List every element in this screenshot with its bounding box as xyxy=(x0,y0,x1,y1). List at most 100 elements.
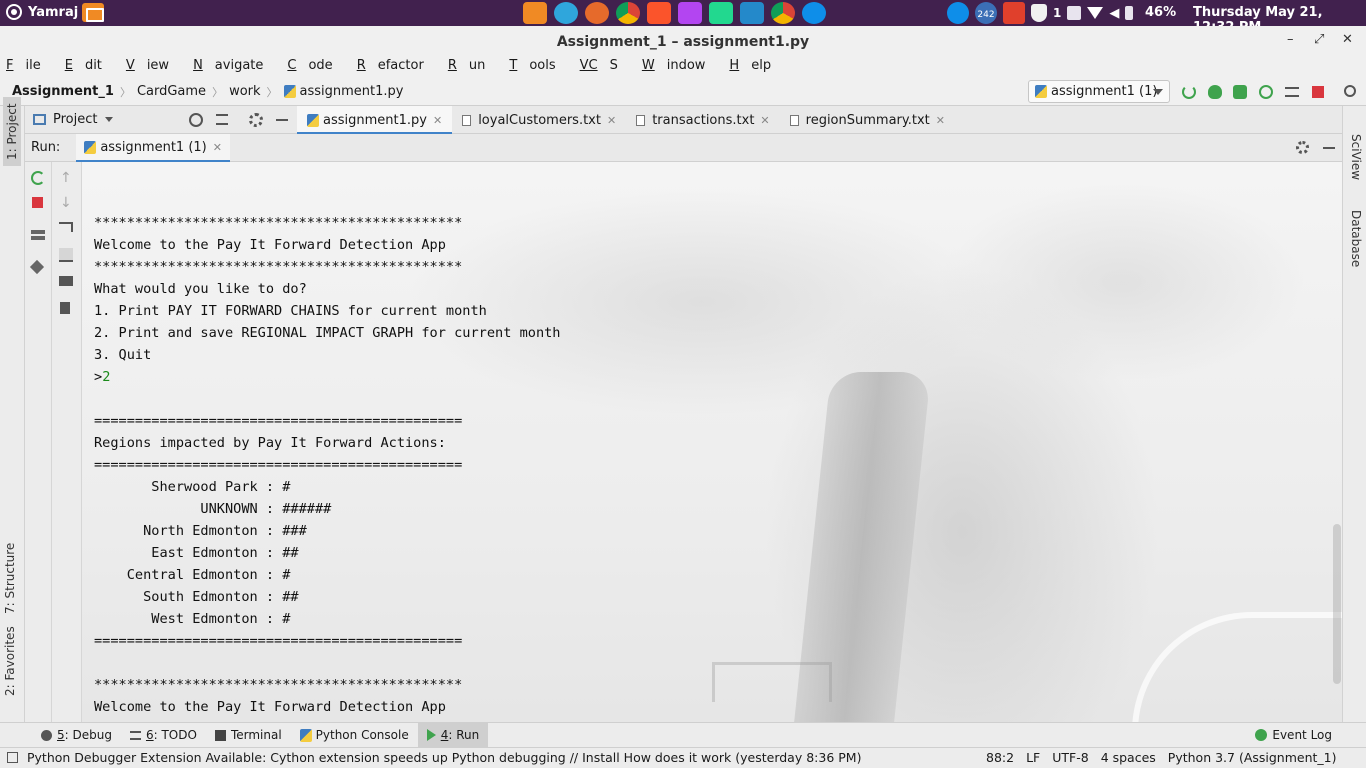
structure-tool-tab[interactable]: 7: Structure xyxy=(3,543,17,614)
menu-window[interactable]: Window xyxy=(642,56,724,78)
sciview-tool-tab[interactable]: SciView xyxy=(1349,134,1363,180)
chrome-icon[interactable] xyxy=(771,2,795,24)
run-panel-header: Run: assignment1 (1) ✕ xyxy=(25,133,1342,163)
folder-icon[interactable] xyxy=(82,3,104,22)
menu-navigate[interactable]: Navigate xyxy=(193,56,281,78)
menu-edit[interactable]: Edit xyxy=(65,56,120,78)
settings-gear-icon[interactable] xyxy=(1296,141,1309,154)
tab-loyalcustomers-txt[interactable]: loyalCustomers.txt ✕ xyxy=(452,106,626,134)
line-separator[interactable]: LF xyxy=(1026,750,1040,765)
menu-code[interactable]: Code xyxy=(287,56,350,78)
tab-label: loyalCustomers.txt xyxy=(478,112,601,128)
menu-refactor[interactable]: Refactor xyxy=(357,56,442,78)
stop-icon[interactable] xyxy=(1312,86,1324,98)
user-menu[interactable]: Yamraj xyxy=(6,4,78,20)
arrow-down-icon[interactable]: ↓ xyxy=(60,195,74,211)
menu-run[interactable]: Run xyxy=(448,56,504,78)
telegram-icon[interactable] xyxy=(554,2,578,24)
tool-tab-debug[interactable]: 5: Debug xyxy=(32,723,121,747)
run-tab[interactable]: assignment1 (1) ✕ xyxy=(76,133,230,163)
close-window-button[interactable]: ✕ xyxy=(1342,32,1353,47)
clipboard-icon[interactable] xyxy=(1067,6,1082,20)
anydesk-icon[interactable] xyxy=(1003,2,1025,24)
shield-icon[interactable] xyxy=(1031,4,1047,22)
file-encoding[interactable]: UTF-8 xyxy=(1052,750,1088,765)
menu-view[interactable]: View xyxy=(126,56,187,78)
tool-tab-todo[interactable]: 6: TODO xyxy=(121,723,206,747)
menu-file[interactable]: File xyxy=(6,56,59,78)
close-icon[interactable]: ✕ xyxy=(433,114,442,127)
print-icon[interactable] xyxy=(59,276,73,286)
arrow-up-icon[interactable]: ↑ xyxy=(60,170,74,186)
run-console[interactable]: ****************************************… xyxy=(82,162,1342,722)
restore-layout-icon[interactable] xyxy=(31,230,45,240)
event-log-tab[interactable]: Event Log xyxy=(1255,728,1332,742)
close-icon[interactable]: ✕ xyxy=(936,114,945,127)
python-file-icon xyxy=(307,113,319,127)
settings-gear-icon[interactable] xyxy=(249,113,263,127)
chevron-down-icon[interactable] xyxy=(105,117,114,122)
tab-transactions-txt[interactable]: transactions.txt ✕ xyxy=(626,106,779,134)
close-icon[interactable]: ✕ xyxy=(607,114,616,127)
caret-position[interactable]: 88:2 xyxy=(986,750,1014,765)
status-message[interactable]: Python Debugger Extension Available: Cyt… xyxy=(27,750,861,765)
rerun-icon[interactable] xyxy=(1182,85,1196,99)
close-icon[interactable]: ✕ xyxy=(213,141,222,154)
database-tool-tab[interactable]: Database xyxy=(1349,210,1363,267)
restore-button[interactable]: ⤢ xyxy=(1314,32,1324,47)
tool-tab-terminal[interactable]: Terminal xyxy=(206,723,291,747)
vscode-icon[interactable] xyxy=(740,2,764,24)
concurrency-icon[interactable] xyxy=(1285,87,1299,97)
breadcrumb-project[interactable]: Assignment_1 xyxy=(12,84,114,99)
search-icon[interactable] xyxy=(1344,85,1356,97)
tab-assignment1-py[interactable]: assignment1.py ✕ xyxy=(297,106,453,135)
close-icon[interactable]: ✕ xyxy=(760,114,769,127)
text-file-icon xyxy=(462,114,472,126)
indent-setting[interactable]: 4 spaces xyxy=(1101,750,1156,765)
terminal-icon xyxy=(214,729,226,741)
menu-help[interactable]: Help xyxy=(729,56,789,78)
stop-icon[interactable] xyxy=(32,197,43,208)
favorites-tool-tab[interactable]: 2: Favorites xyxy=(3,626,17,696)
project-view-select[interactable]: Project xyxy=(53,112,97,127)
soft-wrap-icon[interactable] xyxy=(59,222,73,232)
locate-icon[interactable] xyxy=(189,113,203,127)
rerun-icon[interactable] xyxy=(31,171,45,185)
firefox-icon[interactable] xyxy=(585,2,609,24)
run-coverage-icon[interactable] xyxy=(1233,85,1247,99)
volume-icon[interactable]: ◀ xyxy=(1109,6,1119,21)
python-interpreter[interactable]: Python 3.7 (Assignment_1) xyxy=(1168,750,1337,765)
python-file-icon xyxy=(283,85,296,98)
collapse-all-icon[interactable] xyxy=(216,114,228,125)
breadcrumb-file[interactable]: assignment1.py xyxy=(300,84,404,99)
tool-tab-python-console[interactable]: Python Console xyxy=(291,723,418,747)
phpstorm-icon[interactable] xyxy=(678,2,702,24)
files-icon[interactable] xyxy=(523,2,547,24)
teamviewer-icon[interactable] xyxy=(802,2,826,24)
tool-tab-run[interactable]: 4: Run xyxy=(417,723,489,747)
wifi-icon[interactable] xyxy=(1087,7,1104,19)
teamviewer-tray-icon[interactable] xyxy=(947,2,969,24)
console-scrollbar[interactable] xyxy=(1333,524,1341,684)
toggle-tool-windows-icon[interactable] xyxy=(7,752,18,763)
pin-icon[interactable] xyxy=(29,259,45,275)
chrome-icon[interactable] xyxy=(616,2,640,24)
scroll-to-end-icon[interactable] xyxy=(59,248,73,262)
trash-icon[interactable] xyxy=(60,302,70,314)
menu-vcs[interactable]: VC S xyxy=(580,56,636,78)
updates-badge[interactable]: 242 xyxy=(975,2,997,24)
breadcrumb-folder[interactable]: CardGame xyxy=(137,84,206,99)
battery-icon[interactable] xyxy=(1125,6,1134,20)
brave-icon[interactable] xyxy=(647,2,671,24)
profile-icon[interactable] xyxy=(1259,85,1273,99)
tab-regionsummary-txt[interactable]: regionSummary.txt ✕ xyxy=(780,106,955,134)
project-tool-tab[interactable]: 1: Project xyxy=(3,97,21,166)
minimize-button[interactable]: – xyxy=(1287,32,1294,47)
menu-tools[interactable]: Tools xyxy=(509,56,573,78)
breadcrumb-folder[interactable]: work xyxy=(229,84,260,99)
debug-bug-icon[interactable] xyxy=(1208,85,1222,99)
hide-panel-icon[interactable] xyxy=(1323,147,1335,149)
clion-icon[interactable] xyxy=(709,2,733,24)
hide-panel-icon[interactable] xyxy=(276,119,288,121)
run-configuration-select[interactable]: assignment1 (1) xyxy=(1028,80,1170,103)
